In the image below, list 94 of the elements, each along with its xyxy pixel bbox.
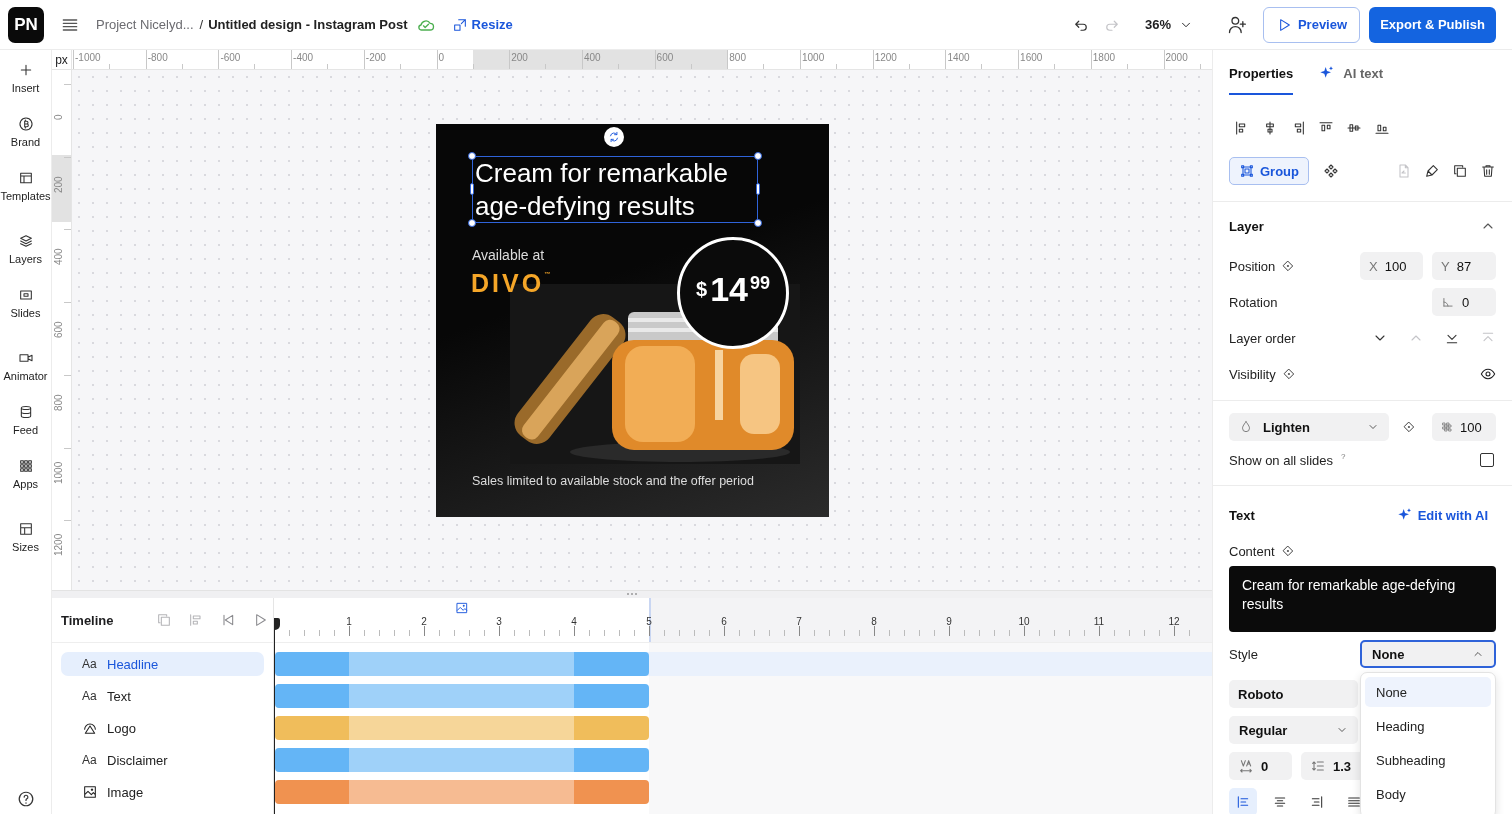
section-title: Text (1229, 507, 1255, 523)
project-link[interactable]: Project Nicelyd... (96, 17, 194, 32)
text-align-right-icon (1309, 794, 1325, 810)
field-label: Rotation (1229, 294, 1278, 310)
content-field[interactable]: Cream for remarkable age-defying results (1229, 566, 1496, 632)
grid-icon (17, 458, 34, 474)
drag-handle-icon[interactable] (626, 592, 638, 596)
drop-icon (1239, 420, 1253, 434)
help-icon[interactable] (16, 790, 35, 808)
style-dropdown[interactable]: None (1360, 640, 1496, 668)
text-layer-icon: Aa (82, 753, 98, 767)
opacity-field[interactable]: 100 (1432, 413, 1496, 441)
field-label: Visibility (1229, 366, 1276, 382)
sidebar-item[interactable]: Apps (0, 458, 52, 512)
panel-tab[interactable]: Properties (1229, 50, 1294, 95)
rotate-handle[interactable] (604, 127, 624, 147)
menu-option[interactable]: Subheading (1365, 745, 1491, 775)
menu-option[interactable]: None (1365, 677, 1491, 707)
sidebar-item[interactable]: Feed (0, 404, 52, 458)
text-layer-icon: Aa (82, 657, 98, 671)
sidebar-item[interactable]: Slides (0, 287, 52, 341)
brush-icon[interactable] (1424, 163, 1440, 179)
breadcrumb-separator: / (199, 17, 204, 32)
resize-icon (451, 16, 468, 33)
layer-item[interactable]: Aa Headline (61, 652, 264, 676)
menu-option[interactable]: Heading (1365, 711, 1491, 741)
line-height-icon (1310, 758, 1326, 774)
sidebar-item[interactable]: Animator (0, 350, 52, 404)
disclaimer-text: Sales limited to available stock and the offer period (472, 474, 754, 488)
layer-item[interactable]: Logo (61, 716, 264, 740)
document-title[interactable]: Untitled design - Instagram Post (208, 17, 408, 32)
keyframe-icon[interactable] (1281, 367, 1296, 381)
sidebar-item[interactable]: Layers (0, 233, 52, 287)
layer-item[interactable]: Aa Disclaimer (61, 748, 264, 772)
section-title: Layer (1229, 218, 1264, 234)
checker-icon (1441, 421, 1453, 433)
sidebar-item[interactable]: Templates (0, 170, 52, 224)
letter-spacing-icon (1238, 758, 1254, 774)
edit-with-ai-link[interactable]: Edit with AI (1396, 507, 1488, 523)
y-field[interactable]: Y 87 (1432, 252, 1496, 280)
add-user-icon[interactable] (1227, 14, 1247, 35)
group-button[interactable]: Group (1229, 157, 1309, 185)
text-align-left-icon (1235, 794, 1251, 810)
field-label: Position (1229, 258, 1276, 274)
frame-icon (17, 521, 34, 537)
sidebar-item[interactable]: Brand (0, 116, 52, 170)
sidebar-item[interactable]: Sizes (0, 521, 52, 575)
layer-item[interactable]: Image (61, 780, 264, 804)
slides-icon (17, 287, 34, 303)
keyframe-icon[interactable] (1402, 420, 1416, 434)
preview-button[interactable]: Preview (1263, 6, 1360, 43)
layout-icon (17, 170, 34, 186)
weight-dropdown[interactable]: Regular (1229, 716, 1358, 744)
keyframe-icon[interactable] (1281, 259, 1296, 273)
export-publish-button[interactable]: Export & Publish (1369, 6, 1496, 43)
layer-item[interactable]: Aa Text (61, 684, 264, 708)
rotate-icon (607, 130, 621, 144)
resize-button[interactable]: Resize (451, 16, 513, 33)
text-align-left-button[interactable] (1229, 788, 1257, 814)
panel-tab[interactable]: AI text (1319, 50, 1384, 95)
menu-option[interactable]: Body (1365, 779, 1491, 809)
sidebar-item[interactable]: Insert (0, 62, 52, 116)
duplicate-icon[interactable] (1452, 163, 1468, 179)
image-icon (82, 784, 98, 800)
ruler-unit: px (52, 50, 72, 70)
blend-mode-dropdown[interactable]: Lighten (1229, 413, 1389, 441)
angle-icon (1441, 295, 1455, 309)
text-justify-icon (1346, 794, 1362, 810)
shape-icon (82, 720, 98, 736)
keyframe-icon[interactable] (1280, 544, 1295, 558)
component-icon[interactable] (1323, 163, 1339, 179)
text-align-center-icon (1272, 794, 1288, 810)
badge-icon (17, 116, 34, 132)
available-text: Available at (472, 247, 545, 263)
image-marker-icon[interactable] (455, 601, 469, 615)
timeline-title: Timeline (61, 612, 114, 628)
text-layer-icon: Aa (82, 689, 98, 703)
field-label: Layer order (1229, 330, 1296, 346)
rotation-field[interactable]: 0 (1432, 288, 1496, 316)
checkbox[interactable] (1480, 453, 1494, 467)
eye-icon[interactable] (1480, 366, 1496, 382)
field-label: Show on all slides (1229, 452, 1334, 468)
field-label: Content (1229, 543, 1275, 559)
letter-spacing-field[interactable]: 0 (1229, 752, 1292, 780)
x-field[interactable]: X 100 (1360, 252, 1423, 280)
zoom-dropdown[interactable]: 36% (1144, 17, 1193, 32)
font-field[interactable]: Roboto (1229, 680, 1358, 708)
trash-icon[interactable] (1480, 163, 1496, 179)
field-label: Style (1229, 646, 1258, 662)
layers-icon (17, 233, 34, 249)
hint-mark[interactable]: ? (1341, 451, 1346, 461)
brand-logo: DIVO$^{™}$ (471, 269, 551, 298)
app-logo[interactable]: PN (8, 6, 44, 43)
group-icon (1239, 163, 1255, 179)
